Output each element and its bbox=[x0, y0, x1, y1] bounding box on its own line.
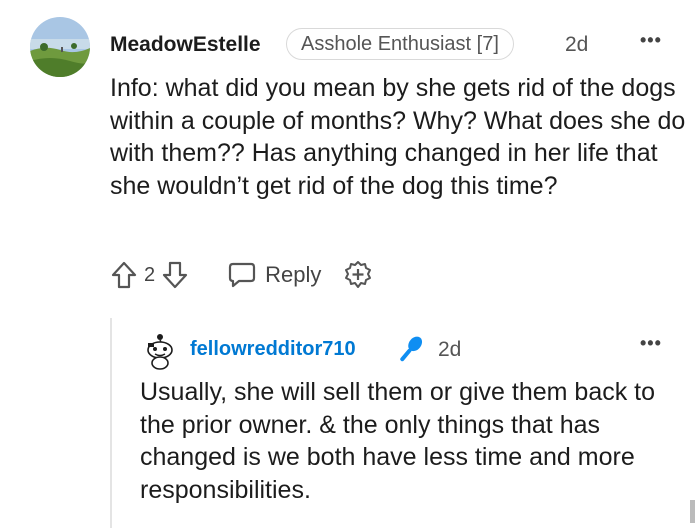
avatar[interactable] bbox=[30, 17, 90, 77]
snoo-avatar[interactable] bbox=[140, 330, 180, 370]
thread-line[interactable] bbox=[110, 318, 112, 528]
user-flair: Asshole Enthusiast [7] bbox=[286, 28, 514, 60]
vote-score: 2 bbox=[144, 263, 156, 286]
chat-bubble-icon bbox=[229, 262, 256, 288]
snoo-icon bbox=[147, 334, 173, 370]
reply-timestamp: 2d bbox=[438, 338, 462, 361]
comment-timestamp: 2d bbox=[565, 33, 589, 56]
award-icon[interactable] bbox=[343, 260, 373, 290]
comment-author[interactable]: MeadowEstelle bbox=[110, 33, 261, 57]
more-options-button[interactable]: ••• bbox=[640, 30, 662, 51]
reply-button[interactable]: Reply bbox=[227, 261, 321, 289]
scrollbar[interactable] bbox=[690, 500, 695, 523]
landscape-avatar-icon bbox=[30, 17, 90, 77]
more-options-button[interactable]: ••• bbox=[640, 333, 662, 354]
downvote-icon[interactable] bbox=[161, 260, 189, 290]
reply-author[interactable]: fellowredditor710 bbox=[190, 338, 356, 361]
comment-body: Info: what did you mean by she gets rid … bbox=[110, 74, 686, 200]
upvote-icon[interactable] bbox=[110, 260, 138, 290]
microphone-icon bbox=[392, 332, 428, 368]
comment-actions: 2 Reply bbox=[110, 258, 373, 292]
reply-label: Reply bbox=[265, 262, 322, 287]
reply-body: Usually, she will sell them or give them… bbox=[140, 378, 656, 504]
